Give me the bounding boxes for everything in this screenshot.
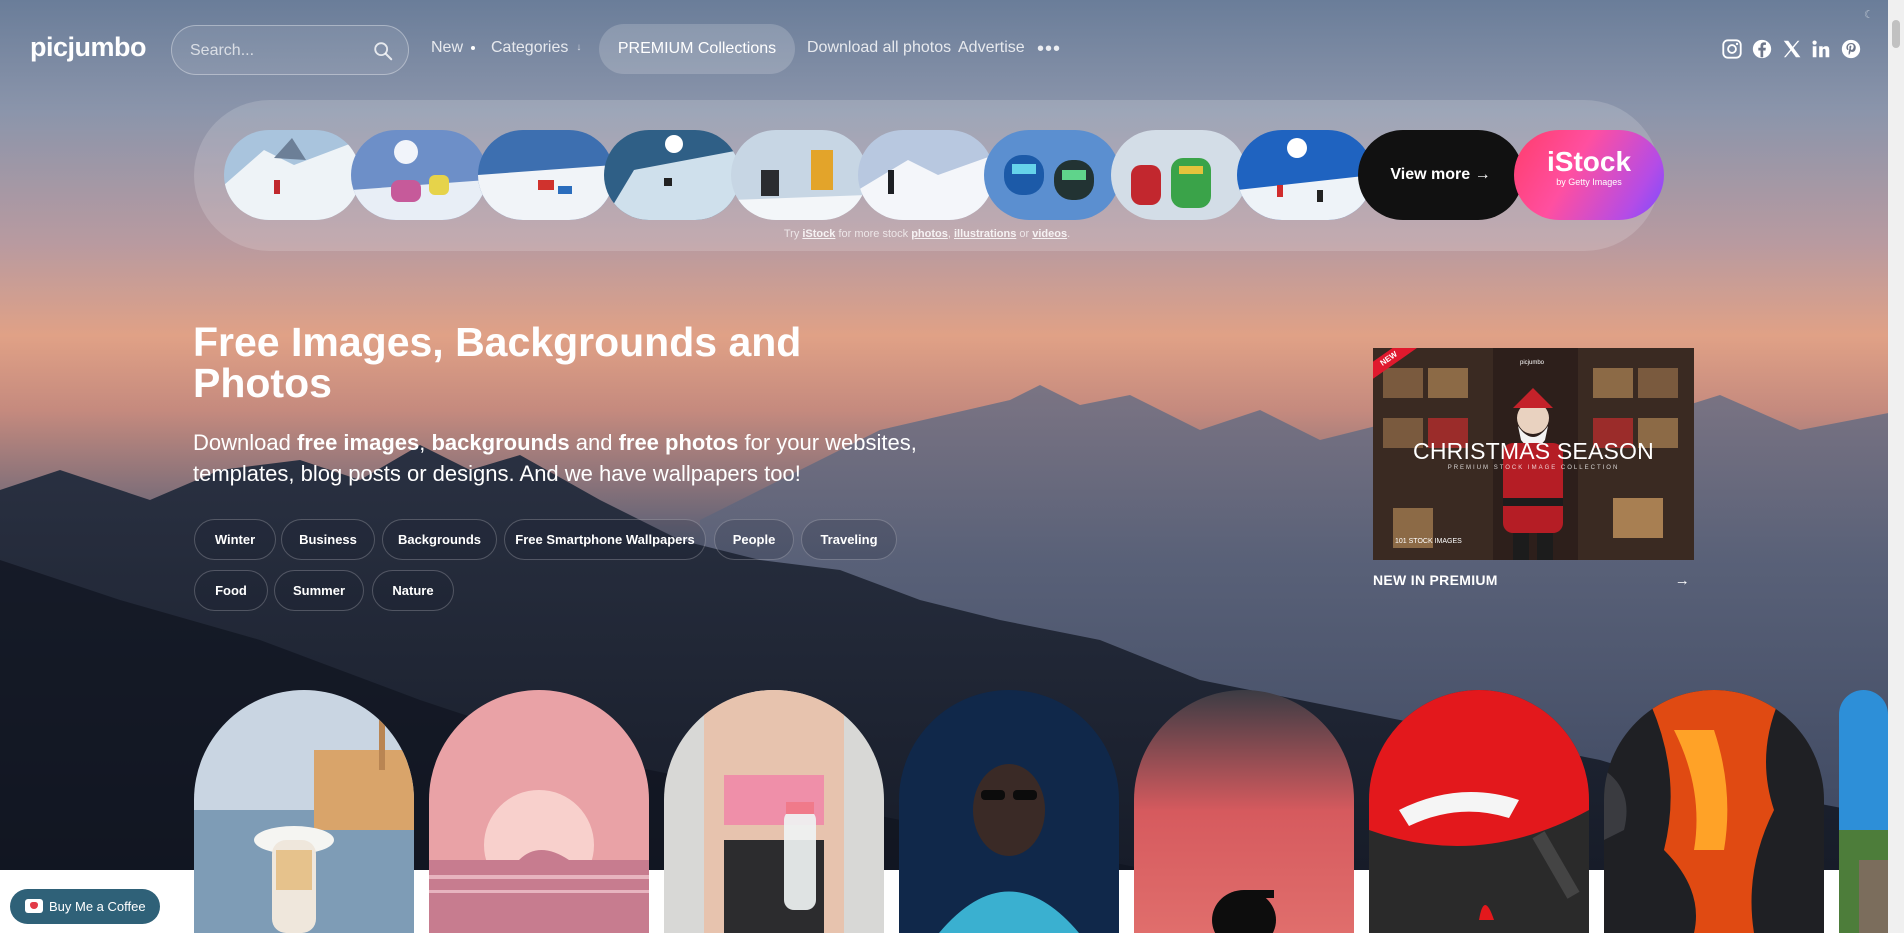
hero-text: Download	[193, 430, 297, 455]
nav-categories[interactable]: Categories ↓	[491, 39, 581, 57]
stock-note: Try iStock for more stock photos, illust…	[194, 228, 1660, 240]
istock-logo-text: iStock	[1546, 146, 1632, 177]
nav-categories-label: Categories	[491, 39, 569, 56]
instagram-icon[interactable]	[1721, 38, 1743, 60]
view-more-button[interactable]: View more →	[1358, 130, 1523, 220]
tag-winter[interactable]: Winter	[194, 519, 276, 560]
photo-card[interactable]	[194, 690, 414, 933]
stock-note-text: or	[1016, 228, 1033, 240]
hero-text: and	[569, 430, 619, 455]
tag-nature[interactable]: Nature	[372, 570, 454, 611]
dark-mode-icon[interactable]: ☾	[1864, 8, 1874, 21]
promo-image-count: 101 STOCK IMAGES	[1395, 538, 1462, 545]
stock-note-text: .	[1067, 228, 1071, 240]
facebook-icon[interactable]	[1751, 38, 1773, 60]
nav-advertise[interactable]: Advertise	[958, 39, 1025, 57]
stock-thumbnail[interactable]	[1237, 130, 1373, 220]
istock-link[interactable]: iStock	[802, 228, 835, 240]
stock-note-text: Try	[783, 228, 803, 240]
tag-traveling[interactable]: Traveling	[801, 519, 897, 560]
tag-smartphone-wallpapers[interactable]: Free Smartphone Wallpapers	[504, 519, 706, 560]
page-scrollbar[interactable]	[1888, 0, 1904, 933]
photo-card[interactable]	[1604, 690, 1824, 933]
stock-thumbnail[interactable]	[858, 130, 994, 220]
promo-title: CHRISTMAS SEASON	[1413, 438, 1654, 464]
stock-thumbnail[interactable]	[1111, 130, 1247, 220]
tag-business[interactable]: Business	[281, 519, 375, 560]
photos-link[interactable]: photos	[911, 228, 948, 240]
pinterest-icon[interactable]	[1840, 38, 1862, 60]
tag-backgrounds[interactable]: Backgrounds	[382, 519, 497, 560]
photo-card[interactable]	[1134, 690, 1354, 933]
new-dot-icon	[471, 45, 476, 50]
tag-summer[interactable]: Summer	[274, 570, 364, 611]
photo-card[interactable]	[664, 690, 884, 933]
buy-me-a-coffee-button[interactable]: Buy Me a Coffee	[10, 889, 160, 924]
site-logo[interactable]: picjumbo	[30, 32, 147, 63]
linkedin-icon[interactable]	[1810, 38, 1832, 60]
promo-brand-label: picjumbo	[1520, 360, 1545, 366]
hero-description: Download free images, backgrounds and fr…	[193, 427, 953, 489]
illustrations-link[interactable]: illustrations	[954, 228, 1016, 240]
search-icon[interactable]	[372, 40, 394, 62]
nav-new[interactable]: New	[431, 39, 476, 57]
stock-thumbnail[interactable]	[351, 130, 487, 220]
scrollbar-thumb[interactable]	[1892, 20, 1900, 48]
nav-new-label: New	[431, 39, 464, 56]
tag-food[interactable]: Food	[194, 570, 268, 611]
stock-thumbnail[interactable]	[478, 130, 614, 220]
photo-card[interactable]	[1369, 690, 1589, 933]
top-navigation: picjumbo New Categories ↓ PREMIUM Collect…	[0, 0, 1888, 98]
istock-logo-subtext: by Getty Images	[1556, 177, 1622, 187]
tag-people[interactable]: People	[714, 519, 794, 560]
photo-card[interactable]	[1839, 690, 1888, 933]
stock-thumbnail[interactable]	[984, 130, 1120, 220]
photo-card[interactable]	[429, 690, 649, 933]
stock-note-text: for more stock	[835, 228, 912, 240]
stock-thumbnail[interactable]	[731, 130, 867, 220]
promo-subtitle: PREMIUM STOCK IMAGE COLLECTION	[1447, 465, 1620, 471]
premium-collection-card[interactable]: NEW picjumbo CHRISTMAS SEASON PREMIUM ST…	[1373, 348, 1694, 560]
hero-text-bold: backgrounds	[431, 430, 570, 455]
stock-thumbnail[interactable]	[604, 130, 740, 220]
stock-photo-carousel: View more → iStock by Getty Images Try i…	[194, 100, 1664, 251]
new-in-premium-link[interactable]: NEW IN PREMIUM →	[1373, 572, 1694, 589]
hero-text: ,	[419, 430, 432, 455]
search-box	[171, 25, 409, 75]
istock-logo-button[interactable]: iStock by Getty Images	[1514, 130, 1664, 220]
more-menu-icon[interactable]: •••	[1037, 38, 1061, 61]
hero-text-bold: free images	[296, 430, 420, 455]
arrow-right-icon: →	[1674, 572, 1690, 589]
page-title: Free Images, Backgrounds and Photos	[193, 319, 802, 406]
premium-collections-button[interactable]: PREMIUM Collections	[599, 24, 795, 74]
chevron-down-icon: ↓	[576, 42, 582, 54]
coffee-cup-icon	[25, 899, 43, 913]
nav-download-all[interactable]: Download all photos	[807, 39, 951, 57]
new-in-premium-label: NEW IN PREMIUM	[1373, 572, 1498, 588]
buy-me-a-coffee-label: Buy Me a Coffee	[49, 899, 146, 914]
stock-thumbnail[interactable]	[224, 130, 360, 220]
search-input[interactable]	[190, 39, 360, 63]
photo-card[interactable]	[899, 690, 1119, 933]
hero-text-bold: free photos	[618, 430, 739, 455]
x-icon[interactable]	[1781, 38, 1803, 60]
videos-link[interactable]: videos	[1032, 228, 1067, 240]
